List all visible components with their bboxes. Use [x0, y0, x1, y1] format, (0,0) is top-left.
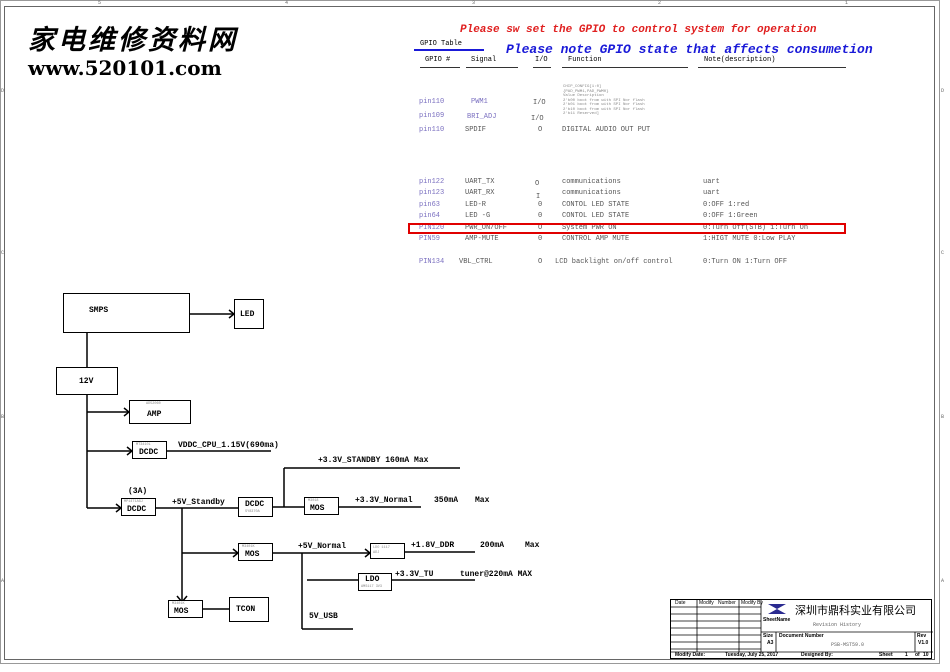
- company-name: 深圳市鼎科实业有限公司: [795, 604, 916, 617]
- mos-tcon-part: M3401K: [172, 602, 185, 606]
- doc-number-label: Document Number: [779, 633, 824, 639]
- amp-block: AD52060 AMP: [129, 400, 191, 424]
- modify-date-label: Modify Date:: [675, 652, 705, 658]
- dcdc-5v-block: MP1471AGJ DCDC: [121, 498, 156, 516]
- rev-header-number: Number: [718, 600, 736, 606]
- 1v8-ddr-rail: +1.8V_DDR: [411, 541, 455, 550]
- ldo-ddr-part: LDO 1117: [373, 546, 390, 550]
- dcdc-5v-part: MP1471AGJ: [124, 500, 143, 504]
- size-value: A3: [767, 640, 774, 646]
- dcdc-cpu-block: MT3410L DCDC: [132, 441, 167, 459]
- led-label: LED: [240, 310, 255, 319]
- dcdc-5v-label: DCDC: [127, 505, 147, 514]
- ldo-ddr-part2: ADJ: [373, 551, 380, 555]
- mos-33-label: MOS: [310, 504, 325, 513]
- mos-33-block: M3018 MOS: [304, 497, 339, 515]
- ldo-tu-label: LDO: [365, 575, 380, 584]
- ldo-ddr-block: LDO 1117 ADJ: [370, 543, 405, 559]
- mos-5v-label: MOS: [245, 550, 260, 559]
- 3v3-normal-max: Max: [475, 496, 490, 505]
- tcon-label: TCON: [236, 605, 256, 614]
- 3v3-tu-current: tuner@220mA MAX: [460, 570, 533, 579]
- ldo-tu-part: AMS117 3V3: [361, 585, 383, 589]
- 12v-label: 12V: [79, 377, 94, 386]
- 3v3-tu-rail: +3.3V_TU: [395, 570, 434, 579]
- sheet-total: 10: [923, 652, 929, 658]
- modify-date: Tuesday, July 25, 2017: [725, 652, 779, 658]
- ldo-tu-block: LDO AMS117 3V3: [358, 573, 392, 591]
- 5v-normal-rail: +5V_Normal: [298, 542, 347, 551]
- dcdc-33-block: DCDC SY8370A: [238, 497, 273, 517]
- 3v3-normal-current: 350mA: [434, 496, 459, 505]
- 12v-block: 12V: [56, 367, 118, 395]
- rev-header-date: Date: [675, 600, 686, 606]
- designed-by-label: Designed By:: [801, 652, 833, 658]
- 1v8-ddr-max: Max: [525, 541, 540, 550]
- mos-tcon-label: MOS: [174, 607, 189, 616]
- dcdc-cpu-label: DCDC: [139, 448, 159, 457]
- vddc-cpu-rail: VDDC_CPU_1.15V(690ma): [178, 441, 279, 450]
- dcdc-33-part: SY8370A: [245, 510, 260, 514]
- mos-tcon-block: M3401K MOS: [168, 600, 203, 618]
- sheet-label: Sheet: [879, 652, 893, 658]
- smps-label: SMPS: [89, 306, 109, 315]
- dcdc-5v-current: (3A): [128, 487, 148, 496]
- amp-part: AD52060: [146, 402, 161, 406]
- 5v-usb-rail: 5V_USB: [309, 612, 338, 621]
- dcdc-33-label: DCDC: [245, 500, 265, 509]
- 1v8-ddr-current: 200mA: [480, 541, 505, 550]
- tcon-block: TCON: [229, 597, 269, 622]
- title-block: Date Modify Number Modify By 深圳市鼎科实业有限公司…: [670, 599, 933, 659]
- 5v-standby-rail: +5V_Standby: [172, 498, 225, 507]
- amp-label: AMP: [147, 410, 162, 419]
- sheet-name: Revision History: [813, 622, 862, 628]
- sheet-name-label: SheetName: [763, 617, 791, 623]
- 3v3-normal-rail: +3.3V_Normal: [355, 496, 413, 505]
- sheet-number: 1: [905, 652, 908, 658]
- rev-header-modify: Modify: [699, 600, 714, 606]
- mos-5v-block: M3401K MOS: [238, 543, 273, 561]
- mos-33-part: M3018: [308, 499, 319, 503]
- rev-value: V1.0: [918, 640, 929, 646]
- of-label: of: [915, 652, 920, 658]
- mos-5v-part: M3401K: [242, 545, 255, 549]
- doc-number: PSB-MST59.0: [831, 642, 865, 648]
- rev-header-modify-by: Modify By: [741, 600, 763, 606]
- led-block: LED: [234, 299, 264, 329]
- dcdc-cpu-part: MT3410L: [136, 443, 151, 447]
- smps-block: SMPS: [63, 293, 190, 333]
- company-logo-icon: [768, 604, 786, 614]
- 3v3-standby-rail: +3.3V_STANDBY 160mA Max: [318, 456, 429, 465]
- size-label: Size: [763, 633, 774, 639]
- rev-label: Rev: [917, 633, 927, 639]
